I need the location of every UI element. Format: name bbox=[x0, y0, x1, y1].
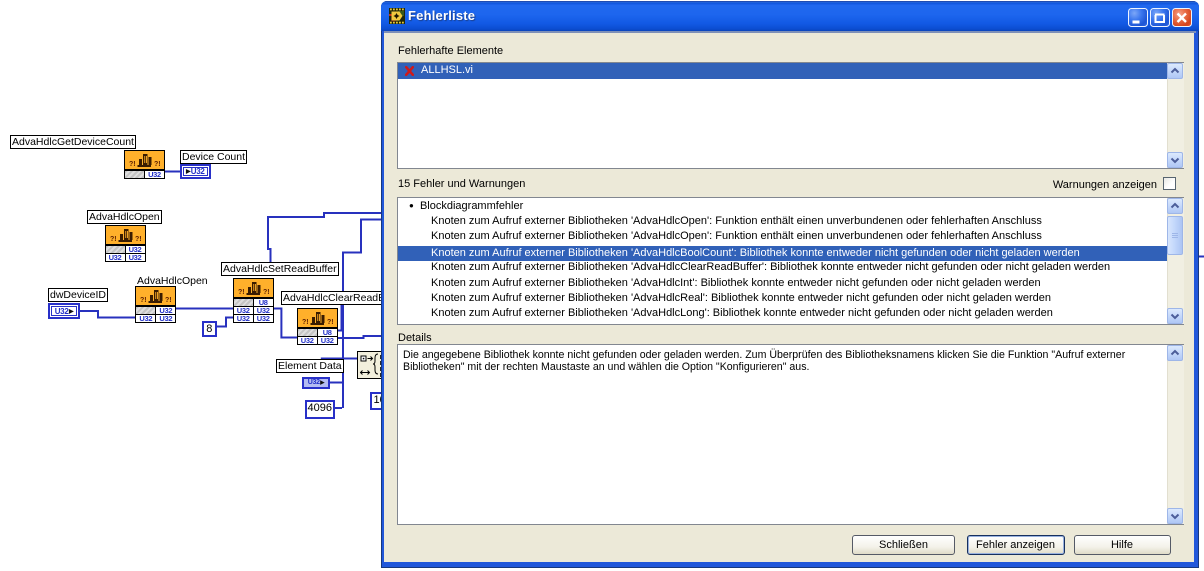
svg-text:?!: ?! bbox=[135, 236, 142, 243]
svg-text:?!: ?! bbox=[302, 319, 309, 326]
svg-text:?!: ?! bbox=[165, 297, 172, 304]
svg-text:?!: ?! bbox=[154, 161, 161, 168]
svg-text:?!: ?! bbox=[263, 289, 270, 296]
svg-text:?!: ?! bbox=[238, 289, 245, 296]
svg-text:?!: ?! bbox=[140, 297, 147, 304]
svg-text:?!: ?! bbox=[129, 161, 136, 168]
svg-text:?!: ?! bbox=[110, 236, 117, 243]
svg-text:?!: ?! bbox=[327, 319, 334, 326]
